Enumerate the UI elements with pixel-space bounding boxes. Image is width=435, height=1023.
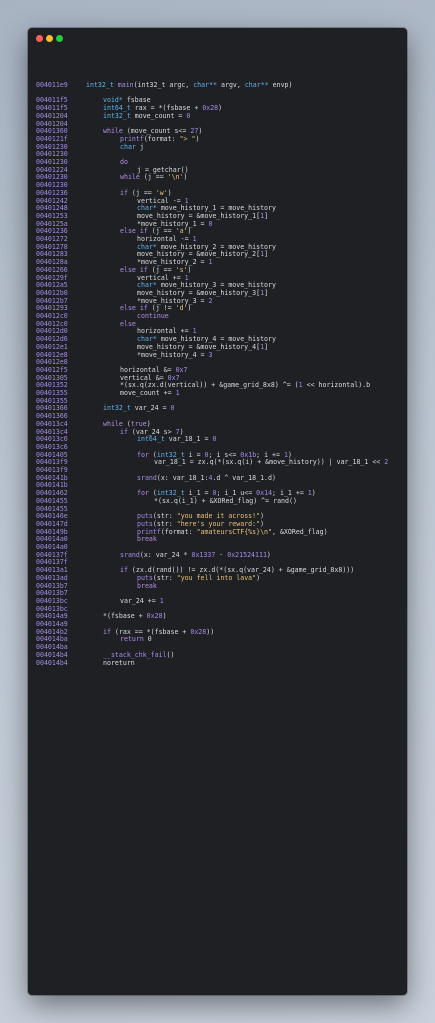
code-token: noreturn: [103, 658, 135, 667]
code-window: 004011e9 int32_t main(int32_t argc, char*…: [28, 28, 407, 995]
line-source: noreturn: [103, 659, 135, 667]
code-view: 004011e9 int32_t main(int32_t argc, char*…: [28, 28, 407, 995]
line-address: 004014b4: [36, 658, 68, 667]
code-line: 004014b4 noreturn: [28, 659, 407, 667]
